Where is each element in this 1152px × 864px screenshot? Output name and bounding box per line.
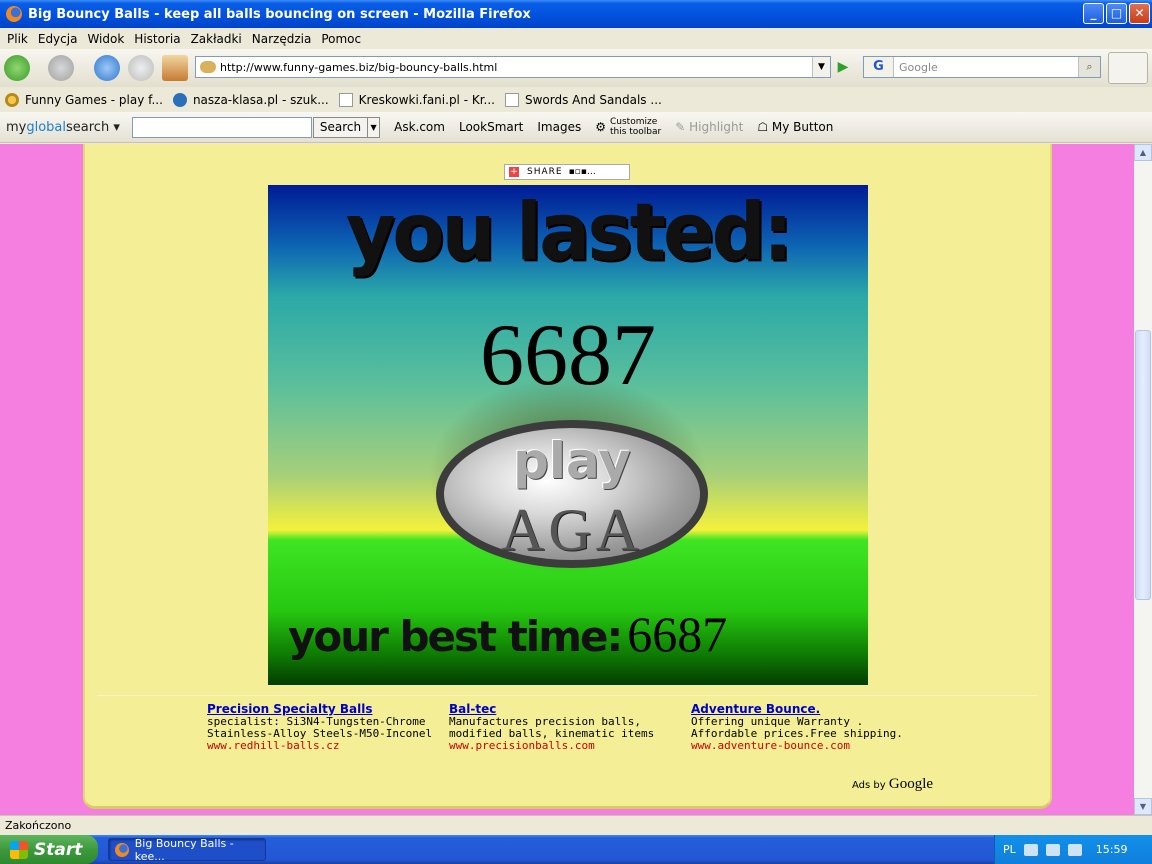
toolbar-search-dropdown-icon[interactable]: ▼ bbox=[368, 116, 381, 138]
content-panel: + SHARE ▪▫▪… you lasted: 6687 play AGA y… bbox=[83, 144, 1052, 809]
language-indicator[interactable]: PL bbox=[1003, 843, 1016, 856]
ad-url[interactable]: www.adventure-bounce.com bbox=[691, 740, 921, 752]
menu-widok[interactable]: Widok bbox=[82, 32, 129, 46]
menu-narzedzia[interactable]: Narzędzia bbox=[247, 32, 317, 46]
ad-title[interactable]: Precision Specialty Balls bbox=[207, 703, 437, 715]
search-icon[interactable]: ⌕ bbox=[1078, 57, 1100, 77]
home-icon[interactable] bbox=[162, 55, 188, 81]
best-time: your best time: 6687 bbox=[288, 605, 727, 663]
firefox-icon bbox=[115, 842, 129, 857]
url-text: http://www.funny-games.biz/big-bouncy-ba… bbox=[220, 60, 498, 74]
divider bbox=[97, 695, 1037, 696]
scroll-thumb[interactable] bbox=[1135, 330, 1151, 600]
best-time-value: 6687 bbox=[627, 606, 728, 662]
system-tray: PL 15:59 bbox=[994, 835, 1152, 864]
ad-adventure-bounce[interactable]: Adventure Bounce. Offering unique Warran… bbox=[691, 703, 921, 752]
gear-icon[interactable]: ⚙ bbox=[595, 120, 606, 134]
scroll-up-icon[interactable]: ▲ bbox=[1134, 144, 1152, 161]
ad-url[interactable]: www.redhill-balls.cz bbox=[207, 740, 437, 752]
maximize-button[interactable]: □ bbox=[1106, 3, 1127, 24]
window-title: Big Bouncy Balls - keep all balls bounci… bbox=[28, 6, 531, 22]
funnygames-icon bbox=[5, 92, 19, 107]
score-value: 6687 bbox=[480, 307, 656, 404]
url-bar[interactable]: http://www.funny-games.biz/big-bouncy-ba… bbox=[195, 56, 831, 78]
play-again-button[interactable]: play AGA bbox=[436, 420, 708, 568]
clock[interactable]: 15:59 bbox=[1096, 843, 1128, 856]
stop-icon[interactable] bbox=[128, 55, 154, 81]
forward-arrow-icon[interactable] bbox=[48, 55, 74, 81]
menu-edycja[interactable]: Edycja bbox=[33, 32, 83, 46]
scroll-down-icon[interactable]: ▼ bbox=[1134, 798, 1152, 815]
minimize-button[interactable]: _ bbox=[1083, 3, 1104, 24]
myglobalsearch-toolbar: myglobalsearch ▾ Search ▼ Ask.com LookSm… bbox=[0, 112, 1152, 143]
naszaklasa-icon bbox=[172, 92, 187, 107]
taskbar: Start Big Bouncy Balls - kee... PL 15:59 bbox=[0, 835, 1152, 864]
ad-description: Manufactures precision balls, modified b… bbox=[449, 715, 655, 740]
menu-plik[interactable]: Plik bbox=[2, 32, 33, 46]
customize-toolbar-link[interactable]: Customize this toolbar bbox=[610, 117, 661, 137]
ads-by-google[interactable]: Ads by Google bbox=[852, 776, 933, 793]
toolbar-search-input[interactable] bbox=[131, 116, 312, 138]
again-word: AGA bbox=[501, 497, 643, 560]
myglobalsearch-logo[interactable]: myglobalsearch ▾ bbox=[6, 120, 120, 135]
page-icon bbox=[505, 92, 519, 107]
skype-icon[interactable] bbox=[1108, 52, 1148, 84]
window-titlebar[interactable]: Big Bouncy Balls - keep all balls bounci… bbox=[0, 0, 1152, 28]
windows-logo-icon bbox=[10, 840, 28, 859]
share-button[interactable]: + SHARE ▪▫▪… bbox=[504, 164, 630, 180]
bookmark-kreskowki[interactable]: Kreskowki.fani.pl - Kr... bbox=[338, 92, 495, 107]
reload-icon[interactable] bbox=[94, 55, 120, 81]
site-icon bbox=[200, 61, 216, 73]
start-button[interactable]: Start bbox=[0, 835, 98, 864]
share-services-icon: ▪▫▪… bbox=[568, 167, 596, 177]
ad-bal-tec[interactable]: Bal-tec Manufactures precision balls, mo… bbox=[449, 703, 679, 752]
status-text: Zakończono bbox=[5, 819, 72, 832]
volume-icon[interactable] bbox=[1067, 843, 1082, 856]
page-viewport: + SHARE ▪▫▪… you lasted: 6687 play AGA y… bbox=[0, 144, 1134, 815]
link-ask[interactable]: Ask.com bbox=[394, 120, 445, 134]
vertical-scrollbar[interactable]: ▲ ▼ bbox=[1134, 144, 1152, 815]
ad-description: Offering unique Warranty . Affordable pr… bbox=[691, 715, 903, 740]
keyboard-icon[interactable] bbox=[1023, 843, 1038, 856]
page-icon bbox=[338, 92, 353, 107]
firefox-icon bbox=[6, 6, 22, 22]
highlight-button[interactable]: ✎ Highlight bbox=[675, 120, 743, 134]
ad-title[interactable]: Bal-tec bbox=[449, 703, 679, 715]
my-button[interactable]: ☖ My Button bbox=[757, 120, 833, 134]
link-looksmart[interactable]: LookSmart bbox=[459, 120, 523, 134]
network-icon[interactable] bbox=[1045, 843, 1060, 856]
best-time-label: your best time: bbox=[288, 612, 623, 661]
ad-precision-specialty-balls[interactable]: Precision Specialty Balls specialist: Si… bbox=[207, 703, 437, 752]
ad-url[interactable]: www.precisionballs.com bbox=[449, 740, 679, 752]
ad-title[interactable]: Adventure Bounce. bbox=[691, 703, 921, 715]
close-button[interactable]: ✕ bbox=[1129, 3, 1150, 24]
search-input[interactable]: Google bbox=[894, 61, 1078, 74]
google-logo: Google bbox=[888, 776, 934, 792]
play-word: play bbox=[513, 432, 631, 490]
menu-historia[interactable]: Historia bbox=[129, 32, 185, 46]
you-lasted-label: you lasted: bbox=[345, 185, 794, 279]
bookmarks-bar: Funny Games - play f... nasza-klasa.pl -… bbox=[0, 87, 1152, 112]
toolbar-search-button[interactable]: Search bbox=[312, 116, 369, 138]
bookmark-funny-games[interactable]: Funny Games - play f... bbox=[5, 92, 163, 107]
game-canvas[interactable]: you lasted: 6687 play AGA your best time… bbox=[268, 185, 868, 685]
url-dropdown-icon[interactable]: ▼ bbox=[812, 57, 830, 77]
plus-icon: + bbox=[509, 167, 519, 177]
menu-bar: Plik Edycja Widok Historia Zakładki Narz… bbox=[0, 28, 1152, 49]
ad-description: specialist: Si3N4-Tungsten-Chrome Stainl… bbox=[207, 715, 433, 740]
back-arrow-icon[interactable] bbox=[4, 55, 30, 81]
status-bar: Zakończono bbox=[0, 815, 1152, 835]
go-icon[interactable]: ▶ bbox=[834, 58, 852, 76]
search-box[interactable]: G Google ⌕ bbox=[863, 56, 1101, 78]
taskbar-item-firefox[interactable]: Big Bouncy Balls - kee... bbox=[108, 837, 266, 863]
menu-pomoc[interactable]: Pomoc bbox=[316, 32, 366, 46]
link-images[interactable]: Images bbox=[537, 120, 581, 134]
search-engine-icon[interactable]: G bbox=[864, 57, 894, 77]
menu-zakladki[interactable]: Zakładki bbox=[186, 32, 247, 46]
bookmark-nasza-klasa[interactable]: nasza-klasa.pl - szuk... bbox=[172, 92, 329, 107]
bookmark-swords-and-sandals[interactable]: Swords And Sandals ... bbox=[505, 92, 662, 107]
